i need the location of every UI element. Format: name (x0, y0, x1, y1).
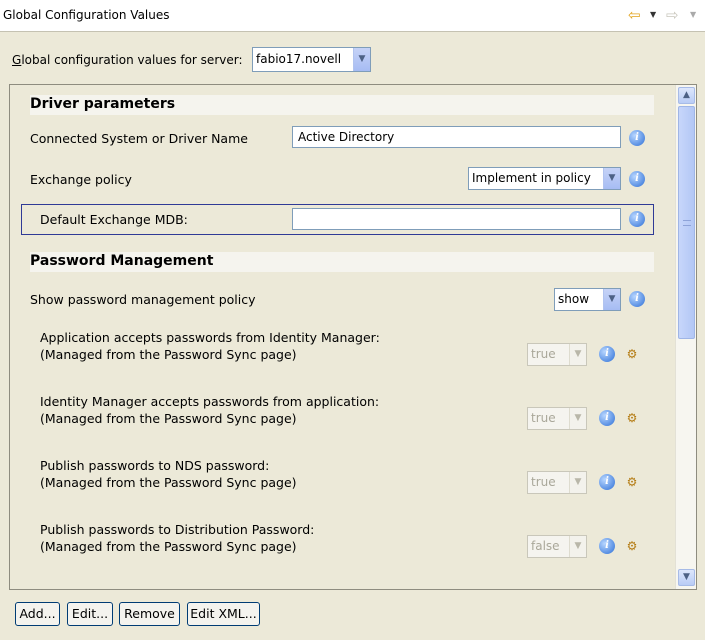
password-item-line1: Identity Manager accepts passwords from … (40, 394, 380, 409)
window-titlebar: Global Configuration Values ⇦ ▼ ⇨ ▼ (0, 0, 705, 32)
back-dropdown-icon[interactable]: ▼ (650, 6, 658, 24)
arrow-right-icon[interactable]: ⇨ (666, 6, 684, 24)
info-icon[interactable]: i (599, 538, 615, 554)
chevron-down-icon[interactable]: ▼ (603, 168, 620, 189)
arrow-left-icon[interactable]: ⇦ (628, 6, 646, 24)
password-item-select: true ▼ (527, 343, 587, 366)
scroll-down-icon[interactable]: ▼ (678, 569, 695, 586)
forward-dropdown-icon[interactable]: ▼ (690, 6, 698, 24)
server-select-value: fabio17.novell (256, 52, 342, 66)
edit-button[interactable]: Edit... (67, 602, 113, 626)
password-sync-icon[interactable]: ⚙ (624, 474, 640, 490)
password-item-line1: Application accepts passwords from Ident… (40, 330, 380, 345)
password-sync-icon[interactable]: ⚙ (624, 410, 640, 426)
add-button[interactable]: Add... (15, 602, 60, 626)
connected-system-label: Connected System or Driver Name (30, 131, 248, 146)
chevron-down-icon: ▼ (569, 536, 586, 557)
vertical-scrollbar[interactable]: ▲ ▼ (675, 85, 696, 589)
password-item-select: true ▼ (527, 407, 587, 430)
password-item-line1: Publish passwords to NDS password: (40, 458, 270, 473)
scrollbar-grip (683, 220, 691, 226)
password-item-value: true (531, 475, 556, 489)
password-item-line2: (Managed from the Password Sync page) (40, 347, 297, 362)
password-item-line2: (Managed from the Password Sync page) (40, 475, 297, 490)
default-mdb-label: Default Exchange MDB: (40, 212, 188, 227)
password-item-value: true (531, 411, 556, 425)
default-mdb-input[interactable] (292, 208, 621, 230)
show-policy-value: show (558, 292, 590, 306)
exchange-policy-value: Implement in policy (472, 171, 591, 185)
info-icon[interactable]: i (629, 291, 645, 307)
server-label: Global configuration values for server: (12, 53, 243, 67)
info-icon[interactable]: i (629, 211, 645, 227)
exchange-policy-label: Exchange policy (30, 172, 132, 187)
info-icon[interactable]: i (629, 171, 645, 187)
info-icon[interactable]: i (629, 130, 645, 146)
config-content: Driver parameters Connected System or Dr… (10, 85, 675, 589)
config-panel: Driver parameters Connected System or Dr… (9, 84, 697, 590)
edit-xml-button[interactable]: Edit XML... (187, 602, 260, 626)
password-management-title: Password Management (30, 253, 214, 269)
password-management-header: Password Management (30, 252, 654, 272)
password-item-select: false ▼ (527, 535, 587, 558)
chevron-down-icon[interactable]: ▼ (353, 48, 370, 71)
show-policy-label: Show password management policy (30, 292, 256, 307)
chevron-down-icon: ▼ (569, 408, 586, 429)
password-sync-icon[interactable]: ⚙ (624, 346, 640, 362)
scroll-up-icon[interactable]: ▲ (678, 87, 695, 104)
show-policy-select[interactable]: show ▼ (554, 288, 621, 311)
chevron-down-icon[interactable]: ▼ (603, 289, 620, 310)
password-item-line2: (Managed from the Password Sync page) (40, 411, 297, 426)
password-item-select: true ▼ (527, 471, 587, 494)
window-title: Global Configuration Values (3, 8, 170, 22)
password-item-line1: Publish passwords to Distribution Passwo… (40, 522, 315, 537)
chevron-down-icon: ▼ (569, 472, 586, 493)
connected-system-value: Active Directory (298, 130, 395, 144)
info-icon[interactable]: i (599, 410, 615, 426)
info-icon[interactable]: i (599, 346, 615, 362)
scrollbar-thumb[interactable] (678, 106, 695, 339)
driver-parameters-header: Driver parameters (30, 95, 654, 115)
password-item-value: true (531, 347, 556, 361)
driver-parameters-title: Driver parameters (30, 96, 176, 112)
exchange-policy-select[interactable]: Implement in policy ▼ (468, 167, 621, 190)
password-sync-icon[interactable]: ⚙ (624, 538, 640, 554)
password-item-value: false (531, 539, 560, 553)
password-item-line2: (Managed from the Password Sync page) (40, 539, 297, 554)
chevron-down-icon: ▼ (569, 344, 586, 365)
remove-button[interactable]: Remove (119, 602, 180, 626)
server-select[interactable]: fabio17.novell ▼ (252, 47, 371, 72)
connected-system-input[interactable]: Active Directory (292, 126, 621, 148)
info-icon[interactable]: i (599, 474, 615, 490)
